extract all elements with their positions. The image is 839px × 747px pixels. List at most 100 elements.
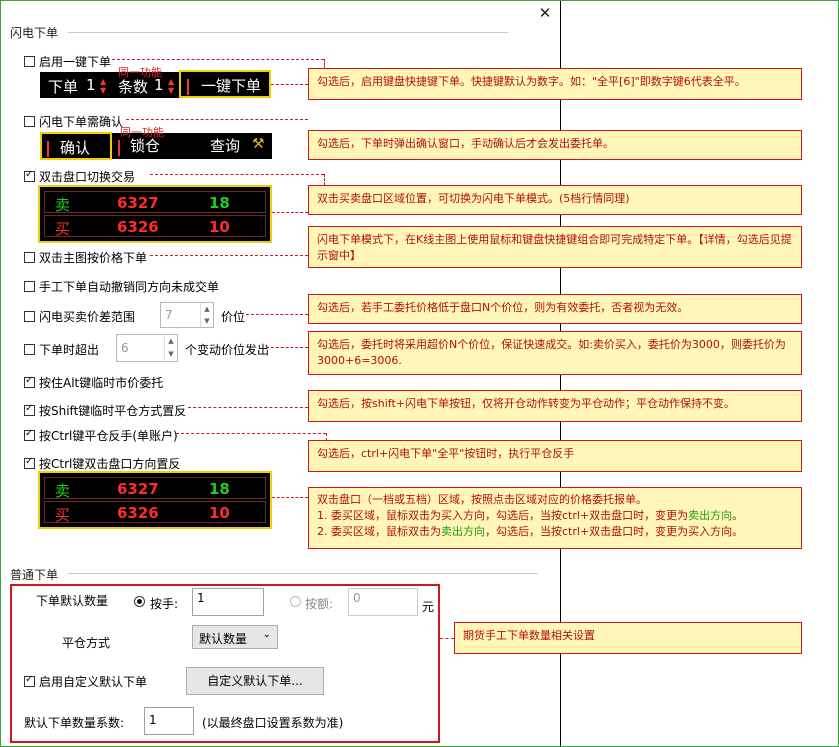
checkbox-box[interactable]: [24, 428, 35, 441]
buy-qty: 10: [209, 504, 230, 522]
coef-value: 1: [149, 713, 157, 727]
section-title-normal: 普通下单: [10, 568, 59, 582]
one-key-button[interactable]: 一键下单: [179, 70, 271, 98]
by-amount-input[interactable]: 0: [348, 588, 418, 616]
one-key-checkbox-icon: [187, 79, 189, 95]
annotation-callout: 双击盘口（一档或五档）区域，按照点击区域对应的价格委托报单。 1. 委买区域，鼠…: [308, 487, 802, 549]
confirm-button[interactable]: 确认: [40, 132, 112, 160]
confirm-label: 确认: [60, 139, 91, 157]
spin-down-icon[interactable]: ▼: [200, 315, 213, 327]
shift-close-checkbox[interactable]: 按Shift键临时平仓方式置反: [24, 402, 186, 419]
section-title-flash: 闪电下单: [10, 26, 59, 40]
connector-line: [324, 174, 325, 185]
overshoot-value: 6: [121, 341, 129, 355]
checkbox-label: 手工下单自动撤销同方向未成交单: [39, 280, 220, 294]
confirm-checkbox-icon: [47, 141, 49, 157]
buy-row[interactable]: 买 6326 10: [44, 215, 266, 238]
spin-down-icon[interactable]: ▼: [164, 348, 177, 361]
overshoot-stepper[interactable]: 6 ▲ ▼: [116, 334, 178, 362]
checkbox-box[interactable]: [24, 456, 35, 469]
ctrl-reverse-checkbox[interactable]: 按Ctrl键平仓反手(单账户): [24, 427, 178, 444]
dbl-click-chart-checkbox[interactable]: 双击主图按价格下单: [24, 249, 147, 266]
checkbox-box[interactable]: [24, 403, 35, 416]
connector-line: [246, 314, 308, 315]
sell-row[interactable]: 卖 6327 18: [44, 191, 266, 214]
checkbox-label: 闪电买卖价差范围: [39, 310, 136, 324]
buy-row[interactable]: 买 6326 10: [44, 501, 266, 524]
coef-input[interactable]: 1: [144, 707, 194, 735]
buy-label: 买: [55, 220, 71, 238]
checkbox-label: 按Ctrl键平仓反手(单账户): [39, 429, 178, 443]
buy-label: 买: [55, 506, 71, 524]
connector-line: [440, 638, 454, 639]
buy-qty: 10: [209, 218, 230, 236]
need-confirm-checkbox[interactable]: 闪电下单需确认: [24, 113, 123, 130]
close-mode-label: 平仓方式: [62, 636, 111, 650]
hammer-icon[interactable]: ⚒: [252, 136, 265, 152]
close-icon[interactable]: ✕: [536, 4, 554, 22]
checkbox-box[interactable]: [24, 311, 35, 322]
custom-default-button[interactable]: 自定义默认下单...: [186, 667, 324, 695]
connector-line: [126, 119, 308, 120]
checkbox-box[interactable]: [24, 344, 35, 355]
checkbox-label: 启用自定义默认下单: [39, 675, 148, 689]
checkbox-label: 下单时超出: [39, 343, 100, 357]
connector-line: [271, 84, 308, 85]
section-separator: [68, 32, 508, 33]
same-function-label: 同一功能: [118, 66, 162, 79]
by-hand-radio[interactable]: [134, 596, 145, 610]
overshoot-checkbox[interactable]: 下单时超出: [24, 341, 99, 358]
spin-up-icon[interactable]: ▲: [164, 335, 177, 348]
spin-up-icon[interactable]: ▲: [200, 303, 213, 315]
annotation-callout: 勾选后，按shift+闪电下单按钮，仅将开仓动作转变为平仓动作；平仓动作保持不变…: [308, 390, 802, 422]
by-hand-label: 按手:: [150, 597, 179, 611]
by-hand-input[interactable]: 1: [192, 588, 264, 616]
checkbox-label: 按住Alt键临时市价委托: [39, 376, 164, 390]
by-amount-label: 按额:: [305, 597, 334, 611]
quote-panel[interactable]: 卖 6327 18 买 6326 10: [38, 185, 272, 243]
checkbox-box[interactable]: [24, 252, 35, 263]
connector-line: [272, 497, 308, 498]
checkbox-label: 双击盘口切换交易: [39, 170, 136, 184]
checkbox-box[interactable]: [24, 116, 35, 127]
connector-line: [324, 59, 325, 69]
chevron-down-icon: ⌄: [262, 629, 271, 640]
sell-qty: 18: [209, 194, 230, 212]
checkbox-label: 启用一键下单: [39, 55, 112, 69]
order-stepper[interactable]: ▲ ▼: [100, 77, 106, 95]
custom-default-checkbox[interactable]: 启用自定义默认下单: [24, 673, 147, 690]
quote-panel[interactable]: 卖 6327 18 买 6326 10: [38, 471, 272, 529]
lock-checkbox-icon[interactable]: [118, 140, 120, 156]
query-button[interactable]: 查询: [210, 135, 240, 156]
by-amount-radio[interactable]: [290, 596, 301, 610]
annotation-callout: 勾选后，ctrl+闪电下单"全平"按钮时，执行平仓反手: [308, 440, 802, 472]
checkbox-box[interactable]: [24, 281, 35, 292]
checkbox-label: 按Ctrl键双击盘口方向置反: [39, 457, 181, 471]
sell-price: 6327: [117, 480, 159, 498]
annotation-callout: 双击买卖盘口区域位置，可切换为闪电下单模式。(5档行情同理): [308, 185, 802, 215]
manual-cancel-checkbox[interactable]: 手工下单自动撤销同方向未成交单: [24, 278, 219, 295]
checkbox-box[interactable]: [24, 169, 35, 182]
spread-stepper[interactable]: 7 ▲ ▼: [160, 302, 214, 328]
sell-label: 卖: [55, 196, 71, 214]
sell-label: 卖: [55, 482, 71, 500]
annotation-callout: 勾选后，启用键盘快捷键下单。快捷键默认为数字。如："全平[6]"即数字键6代表全…: [308, 68, 802, 100]
connector-line: [150, 255, 308, 256]
checkbox-box[interactable]: [24, 375, 35, 388]
ctrl-dbl-reverse-checkbox[interactable]: 按Ctrl键双击盘口方向置反: [24, 455, 180, 472]
sets-stepper[interactable]: ▲ ▼: [168, 77, 174, 95]
annotation-callout: 期货手工下单数量相关设置: [454, 622, 802, 654]
alt-market-checkbox[interactable]: 按住Alt键临时市价委托: [24, 374, 163, 391]
enable-one-key-checkbox[interactable]: 启用一键下单: [24, 53, 111, 70]
sell-row[interactable]: 卖 6327 18: [44, 477, 266, 500]
dbl-click-switch-checkbox[interactable]: 双击盘口切换交易: [24, 168, 135, 185]
spread-checkbox[interactable]: 闪电买卖价差范围: [24, 308, 135, 325]
coef-note: (以最终盘口设置系数为准): [202, 716, 344, 730]
checkbox-box[interactable]: [24, 56, 35, 67]
sell-price: 6327: [117, 194, 159, 212]
annotation-callout: 闪电下单模式下，在K线主图上使用鼠标和键盘快捷键组合即可完成特定下单。【详情，勾…: [308, 226, 802, 268]
checkbox-label: 闪电下单需确认: [39, 115, 124, 129]
by-hand-value: 1: [197, 591, 205, 605]
close-mode-select[interactable]: 默认数量 ⌄: [192, 625, 278, 649]
checkbox-box[interactable]: [24, 674, 35, 687]
